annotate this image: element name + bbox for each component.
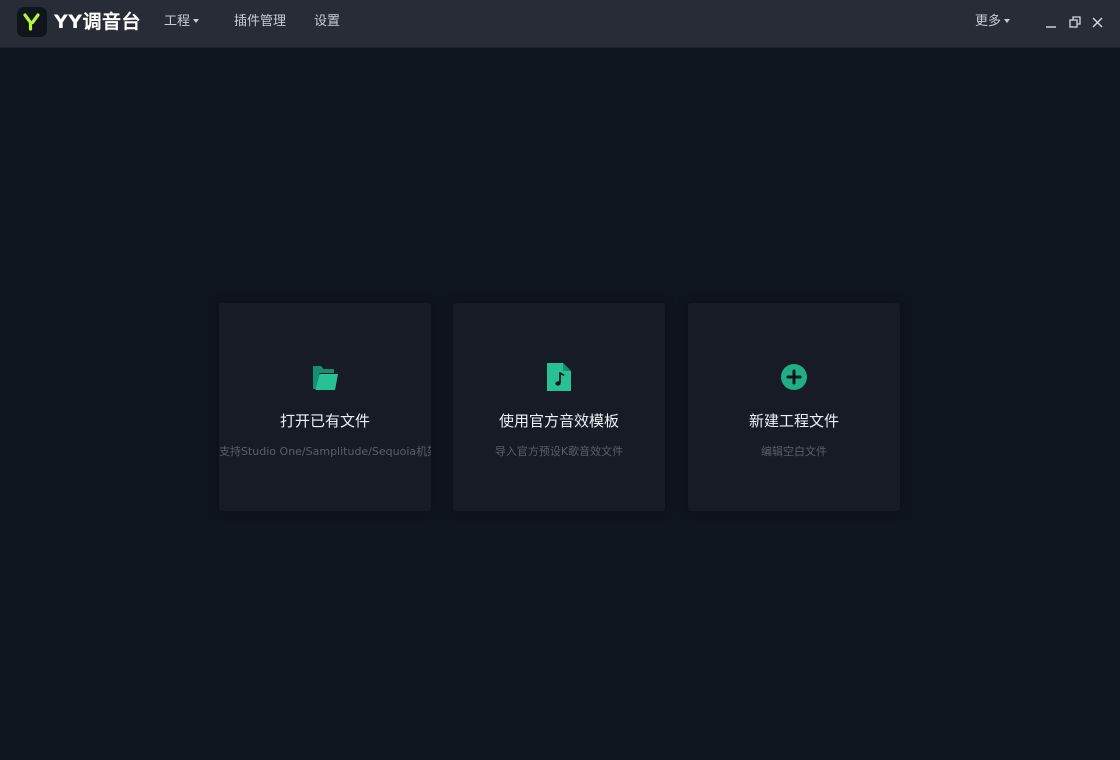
menu-more-label: 更多 (975, 14, 1002, 29)
plus-circle-icon (779, 360, 809, 394)
close-button[interactable] (1089, 12, 1107, 32)
chevron-down-icon (1004, 19, 1011, 23)
open-existing-file-card[interactable]: 打开已有文件 支持Studio One/Samplitude/Sequoia机架 (219, 303, 431, 511)
chevron-down-icon (193, 19, 200, 23)
folder-open-icon (310, 360, 340, 394)
restore-icon (1069, 16, 1081, 28)
restore-button[interactable] (1066, 12, 1084, 32)
app-logo-icon (23, 13, 40, 31)
card-title: 使用官方音效模板 (498, 412, 619, 430)
official-template-card[interactable]: 使用官方音效模板 导入官方预设K歌音效文件 (453, 303, 665, 511)
card-subtitle: 导入官方预设K歌音效文件 (494, 445, 624, 458)
card-title: 新建工程文件 (748, 412, 839, 430)
close-icon (1092, 17, 1103, 28)
app-logo (17, 7, 47, 37)
music-file-icon (544, 360, 574, 394)
menu-more[interactable]: 更多 (975, 11, 1011, 33)
menu-project[interactable]: 工程 (164, 11, 200, 33)
menu-project-label: 工程 (164, 14, 191, 29)
minimize-button[interactable] (1042, 12, 1060, 32)
card-subtitle: 支持Studio One/Samplitude/Sequoia机架 (219, 445, 431, 458)
card-title: 打开已有文件 (279, 412, 370, 430)
menu-settings[interactable]: 设置 (314, 11, 340, 33)
card-subtitle: 编辑空白文件 (761, 445, 827, 458)
menu-plugins[interactable]: 插件管理 (234, 11, 286, 33)
title-bar: YY调音台 工程 插件管理 设置 更多 (0, 0, 1120, 48)
new-project-card[interactable]: 新建工程文件 编辑空白文件 (688, 303, 900, 511)
minimize-icon (1046, 26, 1056, 28)
app-brand-name: YY调音台 (54, 11, 142, 33)
app-window: YY调音台 工程 插件管理 设置 更多 打开已有文件 支持Studio One/… (0, 0, 1120, 760)
